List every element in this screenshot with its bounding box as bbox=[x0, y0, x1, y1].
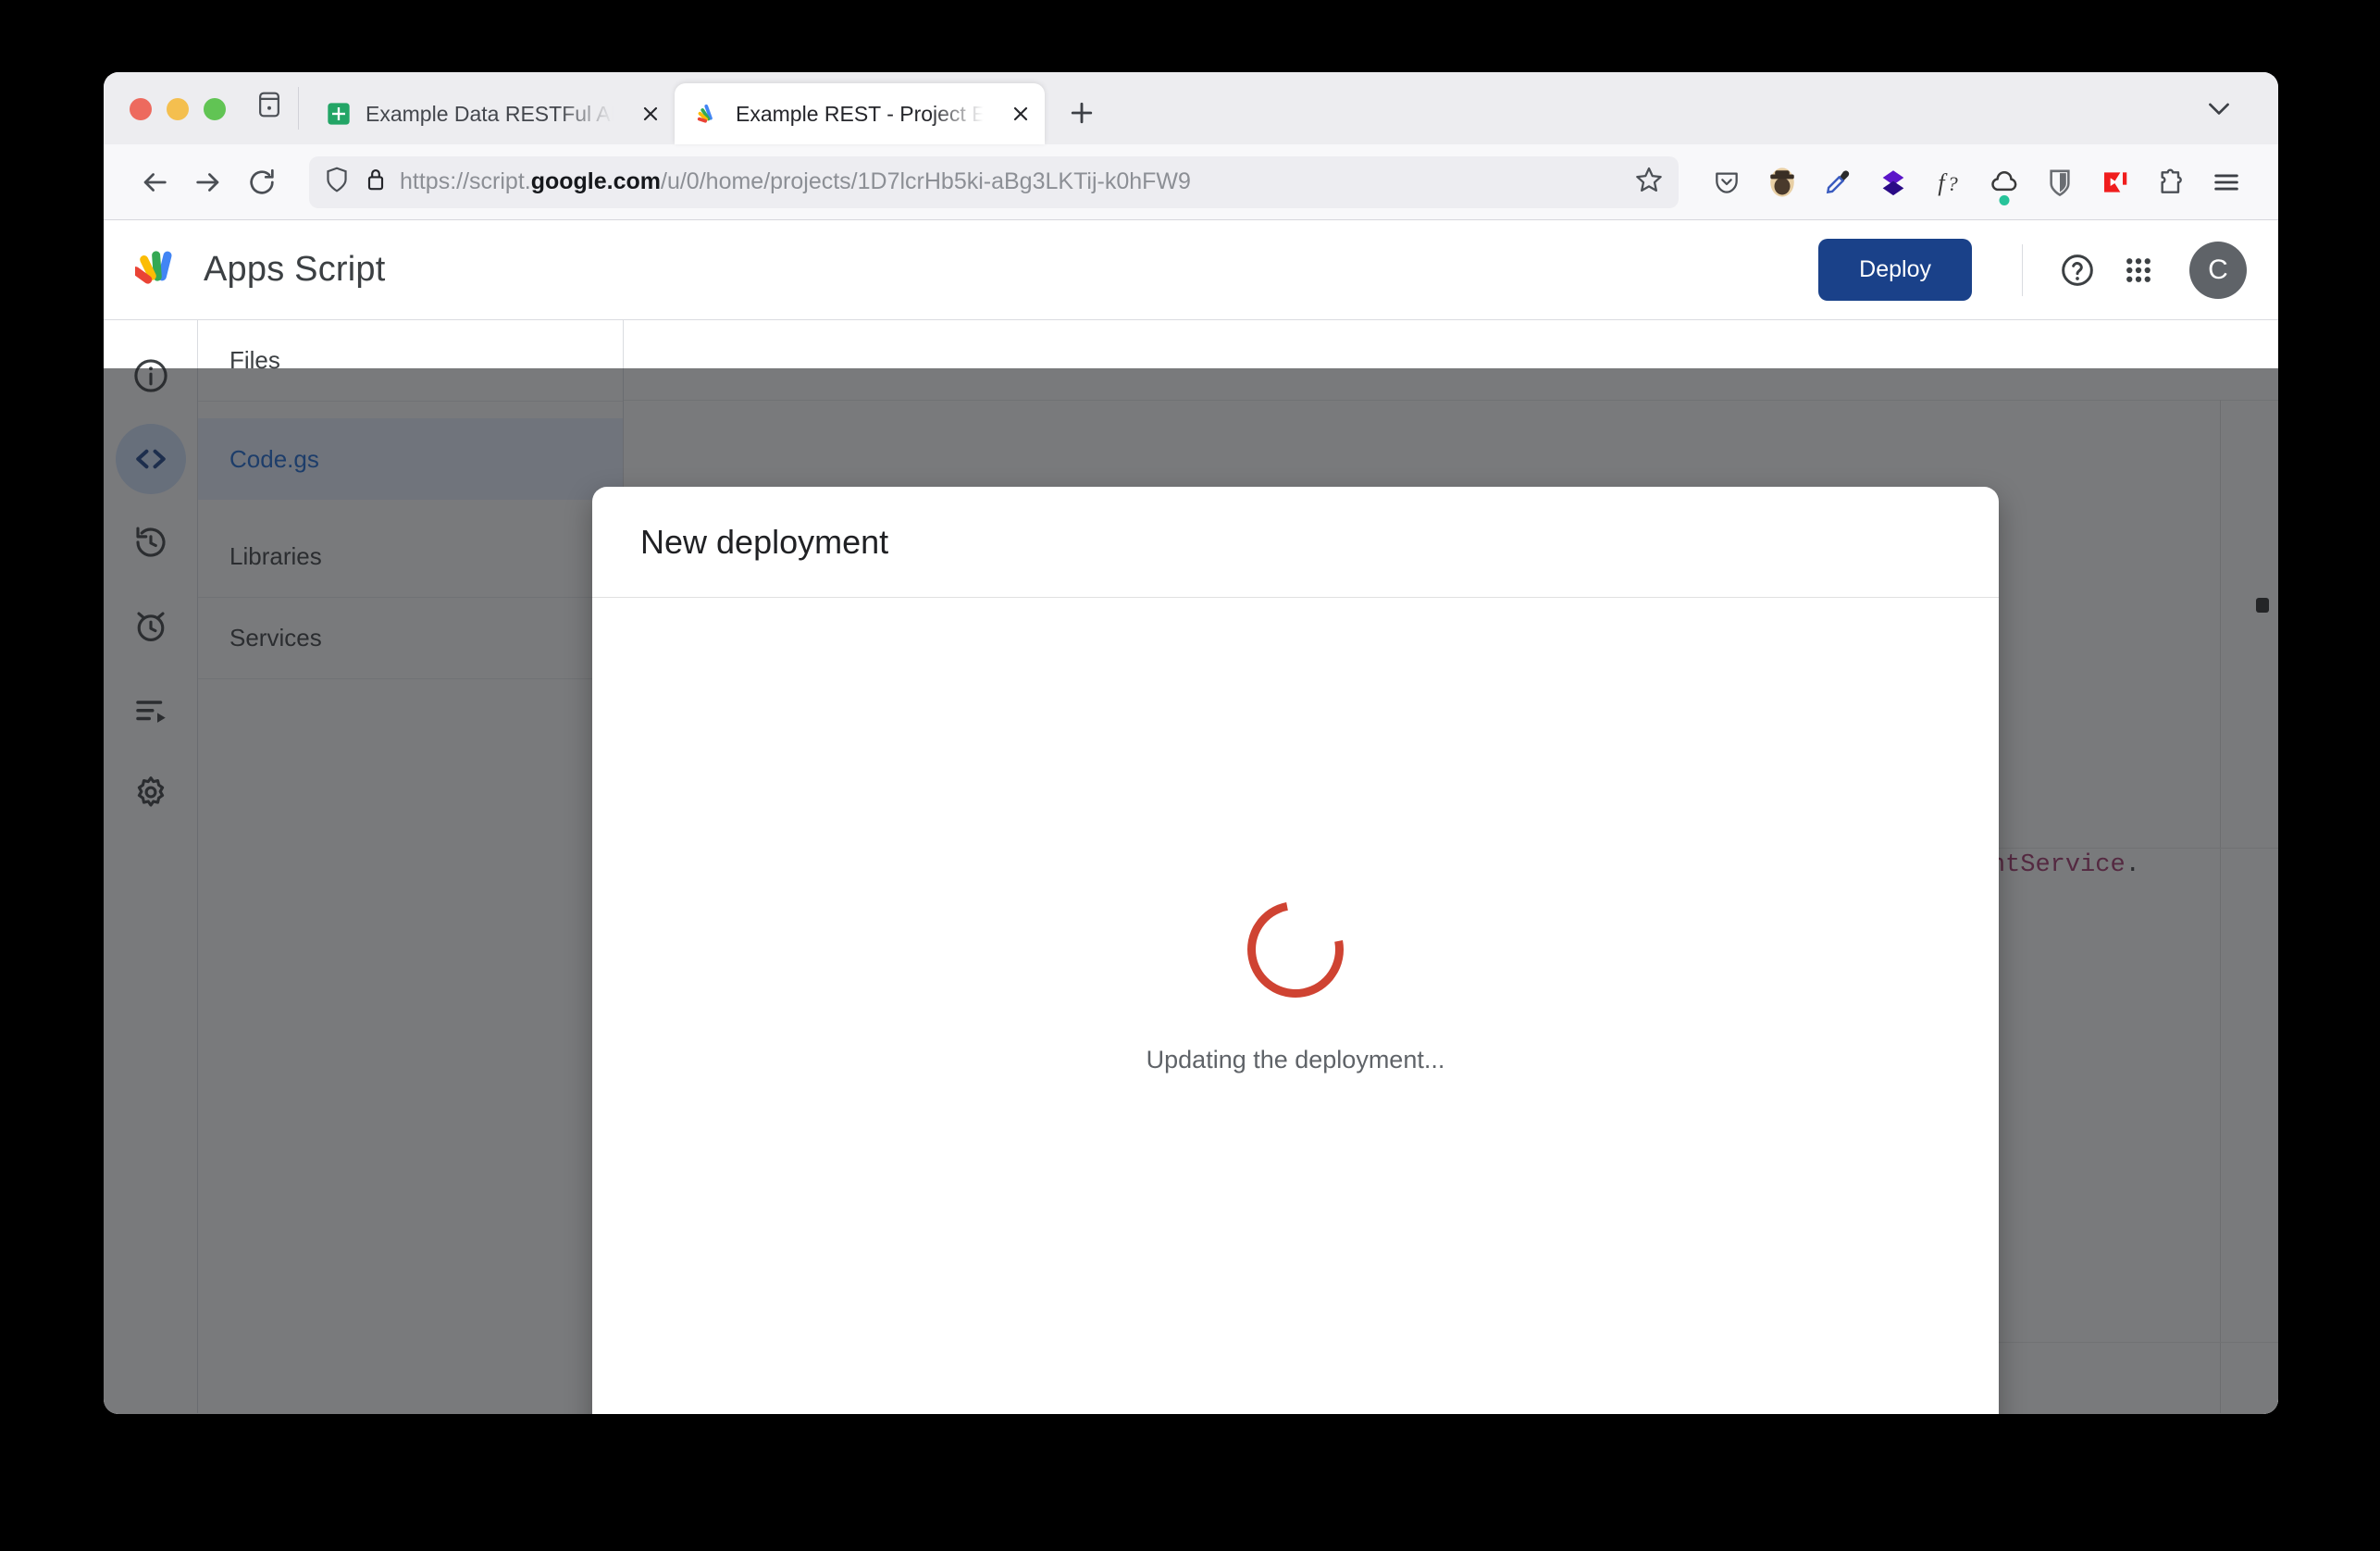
google-sheets-icon bbox=[325, 100, 353, 128]
cloud-icon[interactable] bbox=[1977, 155, 2032, 209]
sidebar-icon bbox=[255, 90, 283, 124]
dialog-header: New deployment bbox=[592, 487, 1999, 598]
address-bar[interactable]: https://script.google.com/u/0/home/proje… bbox=[309, 155, 1679, 208]
new-tab-button[interactable] bbox=[1058, 89, 1106, 137]
maximize-window-button[interactable] bbox=[204, 98, 226, 120]
url-scheme: https://script. bbox=[400, 168, 531, 194]
apps-script-page: Apps Script Deploy C Files New deploymen… bbox=[104, 220, 2278, 1414]
puzzle-extension-icon[interactable] bbox=[2143, 155, 2199, 209]
profile-avatar-icon[interactable] bbox=[1754, 155, 1810, 209]
loading-status-text: Updating the deployment... bbox=[1146, 1045, 1445, 1073]
lock-icon bbox=[365, 167, 387, 197]
apps-grid-icon[interactable] bbox=[2108, 240, 2169, 301]
tab-close-button[interactable] bbox=[634, 97, 667, 130]
shield-extension-icon[interactable] bbox=[2032, 155, 2088, 209]
header-divider bbox=[2022, 243, 2023, 296]
cloud-status-dot bbox=[1999, 194, 2010, 205]
url-path: /u/0/home/projects/1D7lcrHb5ki-aBg3LKTij… bbox=[661, 168, 1191, 194]
dialog-title: New deployment bbox=[640, 522, 889, 561]
browser-tab-1[interactable]: Example Data RESTFul API - Goo bbox=[304, 83, 675, 144]
extensions-toolbar: f ? bbox=[1699, 155, 2254, 209]
eyedropper-icon[interactable] bbox=[1810, 155, 1866, 209]
shield-icon bbox=[324, 166, 350, 198]
pocket-icon[interactable] bbox=[1699, 155, 1754, 209]
browser-window: Example Data RESTFul API - Goo Exa bbox=[104, 72, 2278, 1414]
window-controls bbox=[104, 98, 246, 144]
url-domain: google.com bbox=[530, 168, 662, 194]
apps-script-logo bbox=[131, 248, 185, 292]
apps-script-icon bbox=[695, 100, 723, 128]
deploy-button[interactable]: Deploy bbox=[1818, 239, 1972, 301]
browser-tab-2[interactable]: Example REST - Project Editor - bbox=[675, 83, 1045, 144]
tab-title: Example Data RESTFul API - Goo bbox=[366, 101, 621, 126]
dialog-body: Updating the deployment... bbox=[592, 598, 1999, 1414]
navigation-toolbar: https://script.google.com/u/0/home/proje… bbox=[104, 144, 2278, 220]
forward-button[interactable] bbox=[181, 155, 235, 209]
tab-list-button[interactable] bbox=[2195, 87, 2243, 130]
avatar[interactable]: C bbox=[2189, 241, 2247, 299]
reload-button[interactable] bbox=[235, 155, 289, 209]
new-deployment-dialog: New deployment Updating the deployment..… bbox=[592, 487, 1999, 1414]
hamburger-menu-icon[interactable] bbox=[2199, 155, 2254, 209]
svg-text:f: f bbox=[1938, 169, 1948, 196]
back-button[interactable] bbox=[128, 155, 181, 209]
help-icon[interactable] bbox=[2047, 240, 2108, 301]
tab-title: Example REST - Project Editor - bbox=[736, 101, 991, 126]
sidebar-toggle-button[interactable] bbox=[246, 90, 292, 144]
tab-strip: Example Data RESTFul API - Goo Exa bbox=[104, 72, 2278, 144]
star-icon[interactable] bbox=[1634, 165, 1664, 199]
minimize-window-button[interactable] bbox=[167, 98, 189, 120]
fonts-ninja-icon[interactable]: f ? bbox=[1921, 155, 1977, 209]
loading-spinner-icon bbox=[1228, 882, 1363, 1016]
tab-close-button[interactable] bbox=[1004, 97, 1037, 130]
video-extension-icon[interactable] bbox=[2088, 155, 2143, 209]
tab-divider bbox=[298, 87, 299, 130]
app-title: Apps Script bbox=[204, 250, 386, 289]
close-window-button[interactable] bbox=[130, 98, 152, 120]
url-text: https://script.google.com/u/0/home/proje… bbox=[400, 168, 1634, 195]
app-header: Apps Script Deploy C bbox=[104, 220, 2278, 320]
diamond-icon[interactable] bbox=[1866, 155, 1921, 209]
svg-text:?: ? bbox=[1948, 172, 1958, 195]
